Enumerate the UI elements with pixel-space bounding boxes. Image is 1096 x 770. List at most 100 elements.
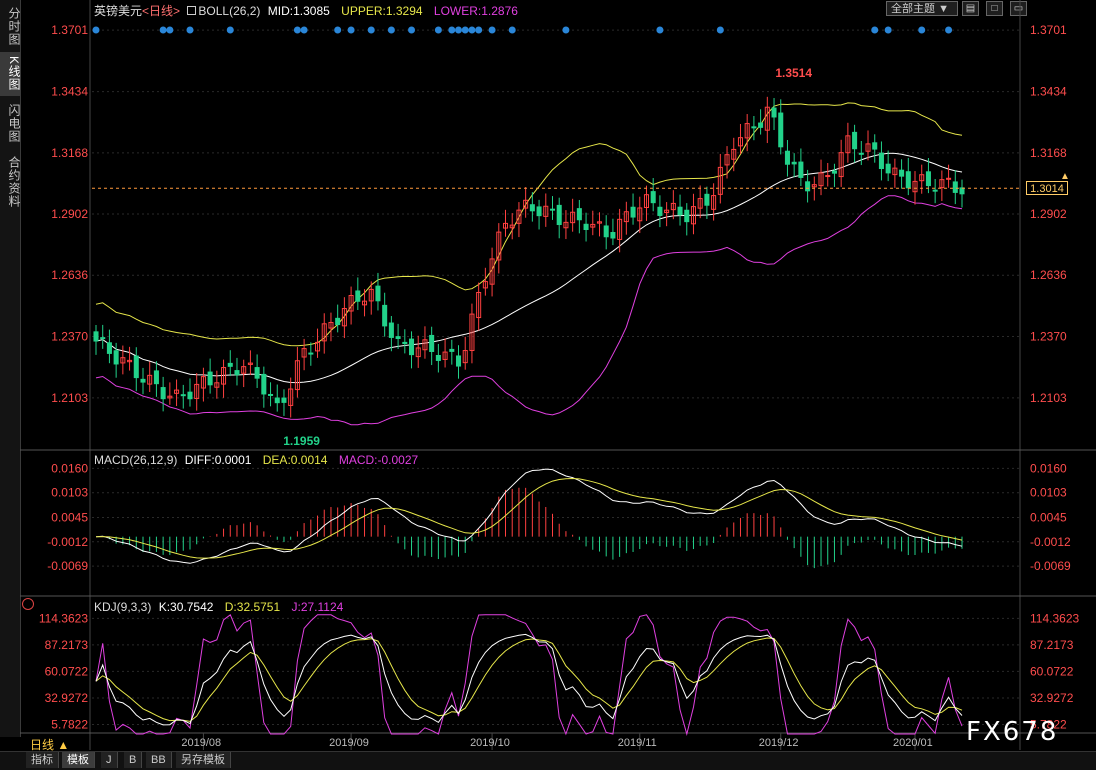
kdj-axis-tick-right: 114.3623 (1030, 611, 1079, 625)
candle-body (831, 170, 837, 174)
candle-body (281, 397, 287, 403)
candle-body (234, 370, 240, 376)
event-dot (293, 26, 301, 34)
price-axis-tick-right: 1.2103 (1030, 391, 1067, 405)
candle-body (308, 352, 314, 355)
kdj-axis-tick-left: 114.3623 (39, 611, 88, 625)
candle-body (603, 225, 609, 238)
kdj-k-line (95, 633, 963, 726)
candle-body (187, 391, 193, 400)
candle-body (207, 371, 213, 386)
candle-body (905, 171, 911, 189)
tab-b[interactable]: B (124, 752, 143, 768)
kdj-axis-tick-left: 5.7822 (51, 717, 88, 731)
price-axis-tick-left: 1.3434 (51, 85, 88, 99)
tab-bb[interactable]: BB (146, 752, 172, 768)
arrow-up-icon: ▲ (1060, 171, 1070, 182)
candle-body (583, 223, 589, 231)
candle-body (758, 122, 764, 128)
candle-body (751, 126, 757, 129)
candle-body (798, 161, 804, 178)
candle-body (899, 169, 905, 177)
price-axis-tick-right: 1.3168 (1030, 146, 1067, 160)
kdj-axis-tick-left: 87.2173 (45, 638, 89, 652)
price-axis-tick-right: 1.2636 (1030, 268, 1067, 282)
candle-body (778, 112, 784, 148)
event-dot (468, 26, 476, 34)
candle-body (771, 107, 777, 118)
event-dot (475, 26, 483, 34)
candle-body (791, 161, 797, 165)
kdj-axis-tick-right: 87.2173 (1030, 638, 1074, 652)
candle-body (529, 204, 535, 212)
current-price-tag: 1.3014 (1026, 181, 1068, 195)
tab-indicator[interactable]: 指标 (26, 752, 59, 768)
macd-dea-line (95, 477, 963, 559)
boll-mid-line (95, 152, 963, 384)
candle-body (402, 341, 408, 345)
watermark-logo: FX678 (966, 717, 1059, 747)
price-axis-tick-left: 1.2902 (51, 207, 88, 221)
candle-body (254, 367, 260, 379)
macd-axis-tick-left: 0.0045 (51, 510, 88, 524)
candle-body (153, 370, 159, 385)
candle-body (630, 206, 636, 218)
macd-diff-line (95, 468, 963, 564)
chart-canvas: 1.3701 1.3701 1.3434 1.3434 1.3168 1.3168 1.29… (20, 0, 1096, 750)
macd-axis-tick-right: -0.0069 (1030, 559, 1071, 573)
macd-axis-tick-left: -0.0069 (47, 559, 88, 573)
candle-body (268, 393, 274, 396)
x-axis-label: 2019/10 (470, 737, 510, 749)
price-axis-tick-right: 1.3701 (1030, 23, 1067, 37)
candle-body (825, 175, 831, 178)
high-annotation: 1.3514 (775, 66, 812, 80)
event-dot (488, 26, 496, 34)
macd-axis-tick-left: -0.0012 (47, 535, 88, 549)
event-dot (166, 26, 174, 34)
event-dot (367, 26, 375, 34)
boll-lower-line (95, 195, 963, 426)
price-axis-tick-left: 1.2636 (51, 268, 88, 282)
event-dot (884, 26, 892, 34)
event-dot (159, 26, 167, 34)
event-dot (461, 26, 469, 34)
candle-body (435, 354, 441, 361)
price-axis-tick-right: 1.2370 (1030, 329, 1067, 343)
candle-body (952, 181, 958, 193)
candle-body (878, 152, 884, 170)
candle-body (133, 355, 139, 379)
macd-axis-tick-left: 0.0160 (51, 461, 88, 475)
tab-save-template[interactable]: 另存模板 (176, 752, 231, 768)
candle-body (382, 304, 388, 327)
tab-template[interactable]: 模板 (62, 752, 95, 768)
kdj-axis-tick-left: 60.0722 (45, 664, 89, 678)
macd-axis-tick-right: 0.0160 (1030, 461, 1067, 475)
candle-body (805, 181, 811, 192)
candle-body (784, 150, 790, 165)
event-dot (408, 26, 416, 34)
candle-body (395, 336, 401, 339)
tab-j[interactable]: J (101, 752, 118, 768)
candle-body (925, 171, 931, 187)
event-dot (92, 26, 100, 34)
candle-body (549, 208, 556, 211)
kdj-axis-tick-left: 32.9272 (45, 691, 89, 705)
x-axis-label: 2019/09 (329, 737, 369, 749)
boll-upper-line (95, 102, 963, 347)
candle-body (852, 131, 858, 150)
candle-body (113, 350, 119, 365)
candle-body (556, 204, 562, 226)
candle-body (375, 285, 381, 302)
price-axis-tick-left: 1.3168 (51, 146, 88, 160)
candle-body (335, 317, 341, 326)
candle-body (657, 206, 663, 217)
candle-body (261, 373, 267, 395)
candle-body (449, 348, 455, 352)
candle-body (959, 187, 965, 195)
event-dot (716, 26, 724, 34)
candle-body (684, 209, 690, 223)
event-dot (226, 26, 234, 34)
x-axis-label: 2019/12 (759, 737, 799, 749)
event-dot (918, 26, 926, 34)
candle-body (610, 232, 616, 239)
